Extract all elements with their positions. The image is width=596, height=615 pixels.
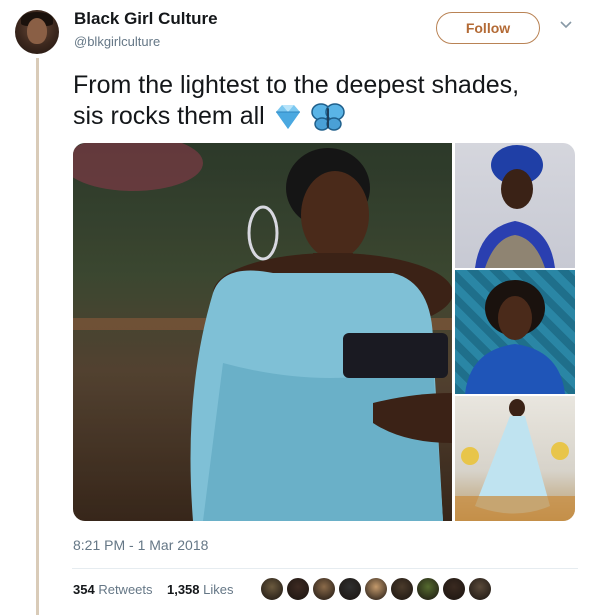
liker-avatar[interactable] bbox=[312, 577, 336, 601]
photo-top-right-art bbox=[475, 145, 555, 268]
follow-button[interactable]: Follow bbox=[436, 12, 540, 44]
gem-icon bbox=[275, 105, 300, 130]
divider bbox=[72, 568, 578, 569]
photo-top-right[interactable] bbox=[455, 143, 575, 268]
author-handle[interactable]: @blkgirlculture bbox=[74, 34, 160, 49]
tweet-timestamp[interactable]: 8:21 PM - 1 Mar 2018 bbox=[73, 537, 208, 553]
tweet-text: From the lightest to the deepest shades,… bbox=[73, 70, 573, 132]
liker-avatar[interactable] bbox=[338, 577, 362, 601]
liker-avatar[interactable] bbox=[390, 577, 414, 601]
butterfly-icon bbox=[310, 103, 345, 132]
author-avatar[interactable] bbox=[15, 10, 59, 54]
liker-avatar[interactable] bbox=[468, 577, 492, 601]
retweets-label: Retweets bbox=[98, 582, 153, 597]
photo-bottom-right[interactable] bbox=[455, 396, 575, 521]
liker-avatar[interactable] bbox=[442, 577, 466, 601]
photo-middle-right[interactable] bbox=[455, 270, 575, 394]
thread-line bbox=[36, 58, 39, 615]
tweet-text-line2: sis rocks them all bbox=[73, 102, 265, 130]
liker-avatar[interactable] bbox=[416, 577, 440, 601]
liker-avatars bbox=[260, 577, 494, 601]
liker-avatar[interactable] bbox=[286, 577, 310, 601]
liker-avatar[interactable] bbox=[364, 577, 388, 601]
photo-main-art bbox=[73, 143, 452, 521]
chevron-down-icon[interactable] bbox=[560, 20, 572, 30]
author-name[interactable]: Black Girl Culture bbox=[74, 9, 218, 29]
photo-middle-right-art bbox=[465, 280, 565, 394]
liker-avatar[interactable] bbox=[260, 577, 284, 601]
likes-count: 1,358 bbox=[166, 582, 200, 597]
retweets-stat[interactable]: 354 Retweets bbox=[73, 582, 153, 597]
retweets-count: 354 bbox=[73, 582, 95, 597]
tweet-text-line2-wrap: sis rocks them all bbox=[73, 101, 573, 132]
photo-main[interactable] bbox=[73, 143, 452, 521]
photo-bottom-right-art bbox=[455, 399, 575, 521]
tweet-text-line1: From the lightest to the deepest shades, bbox=[73, 71, 520, 99]
likes-label: Likes bbox=[203, 582, 234, 597]
tweet-stats: 354 Retweets 1,358 Likes bbox=[73, 582, 234, 597]
avatar-face bbox=[27, 18, 47, 44]
likes-stat[interactable]: 1,358 Likes bbox=[167, 582, 234, 597]
